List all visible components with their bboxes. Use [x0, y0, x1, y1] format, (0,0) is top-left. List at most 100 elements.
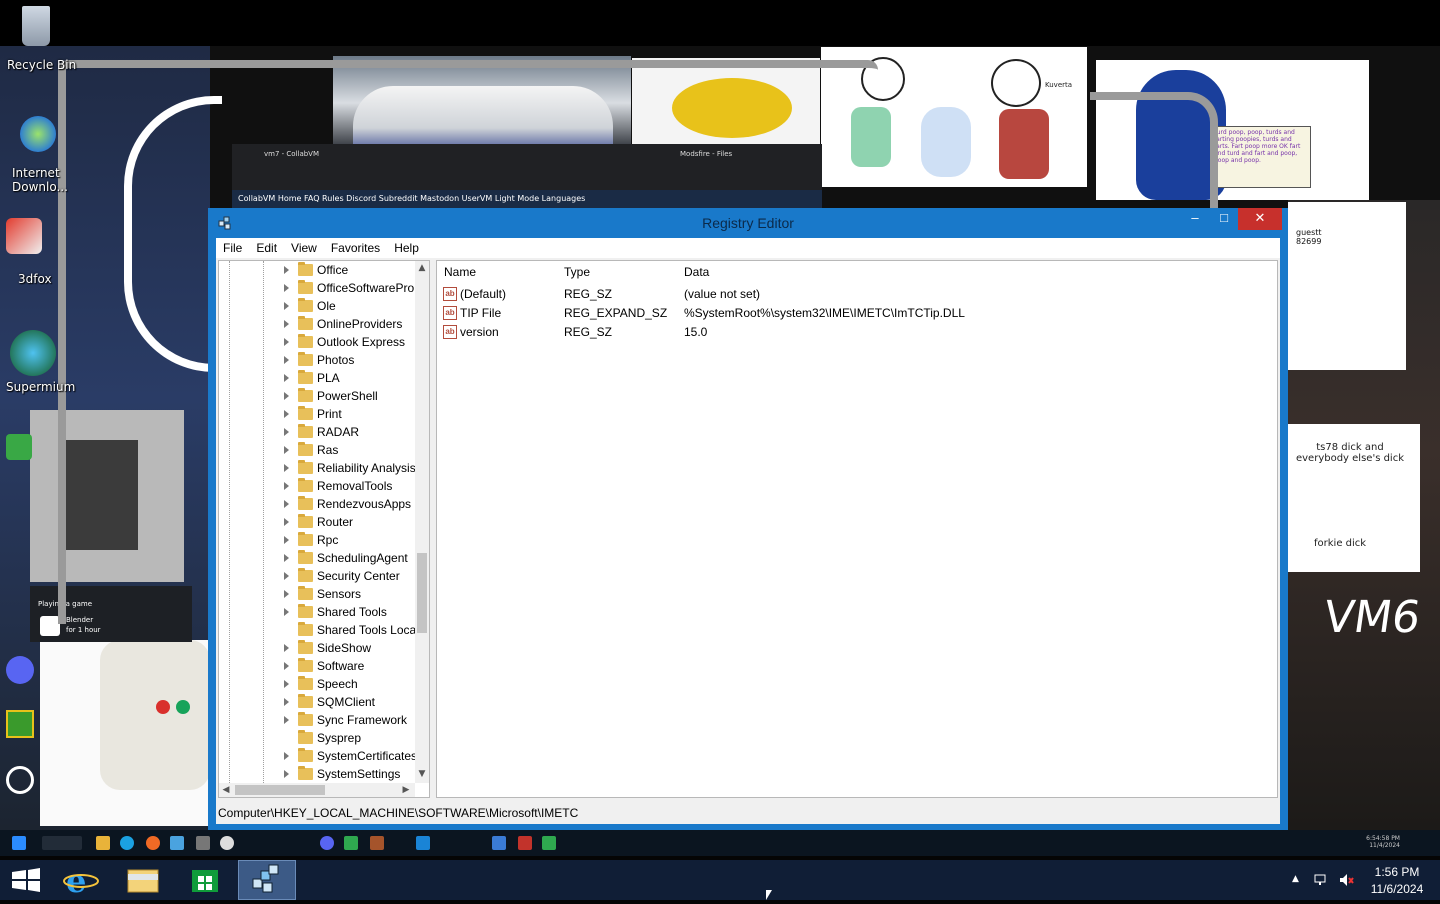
tree-item[interactable]: Photos [219, 351, 413, 369]
expand-arrow-icon[interactable] [284, 752, 289, 760]
ubisoft-desktop-icon[interactable] [6, 766, 34, 794]
expand-arrow-icon[interactable] [284, 266, 289, 274]
menu-file[interactable]: File [216, 238, 249, 258]
inner-firefox-icon[interactable] [146, 836, 160, 850]
value-row[interactable]: ab TIP File REG_EXPAND_SZ %SystemRoot%\s… [437, 304, 1277, 323]
tree-scroll-thumb[interactable] [417, 553, 427, 633]
menu-view[interactable]: View [284, 238, 324, 258]
scroll-up-arrow[interactable]: ▲ [415, 261, 429, 275]
taskbar-clock[interactable]: 1:56 PM 11/6/2024 [1362, 864, 1432, 898]
tree-item[interactable]: Sensors [219, 585, 413, 603]
tree-item[interactable]: SQMClient [219, 693, 413, 711]
menu-edit[interactable]: Edit [249, 238, 284, 258]
bluestacks-desktop-icon[interactable] [6, 434, 32, 460]
tree-item[interactable]: Ole [219, 297, 413, 315]
inner-explorer-icon[interactable] [96, 836, 110, 850]
tree-item[interactable]: Security Center [219, 567, 413, 585]
expand-arrow-icon[interactable] [284, 392, 289, 400]
tree-item[interactable]: SystemSettings [219, 765, 413, 783]
inner-app-icon-1[interactable] [170, 836, 184, 850]
store-icon[interactable] [176, 860, 234, 900]
maximize-button[interactable]: □ [1212, 208, 1236, 230]
tree-item[interactable]: Print [219, 405, 413, 423]
internet-explorer-icon[interactable]: e [52, 860, 110, 900]
chrome-desktop-icon[interactable] [6, 218, 42, 254]
tree-item[interactable]: OnlineProviders [219, 315, 413, 333]
tree-horizontal-scrollbar[interactable]: ◀ ▶ [219, 783, 415, 797]
tree-item[interactable]: Outlook Express [219, 333, 413, 351]
registry-editor-taskbar-icon[interactable] [238, 860, 296, 900]
geometry-dash-desktop-icon[interactable] [6, 710, 34, 738]
tree-item[interactable]: Router [219, 513, 413, 531]
inner-app-icon-2[interactable] [196, 836, 210, 850]
tree-item[interactable]: RemovalTools [219, 477, 413, 495]
value-row[interactable]: ab (Default) REG_SZ (value not set) [437, 285, 1277, 304]
inner-start-icon[interactable] [12, 836, 26, 850]
network-icon[interactable] [1314, 872, 1330, 888]
show-hidden-icons-icon[interactable]: ▲ [1292, 874, 1299, 884]
tree-item[interactable]: SchedulingAgent [219, 549, 413, 567]
inner-app-icon-6[interactable] [370, 836, 384, 850]
expand-arrow-icon[interactable] [284, 698, 289, 706]
expand-arrow-icon[interactable] [284, 302, 289, 310]
tree-item[interactable]: Rpc [219, 531, 413, 549]
scroll-left-arrow[interactable]: ◀ [219, 783, 233, 797]
file-explorer-icon[interactable] [114, 860, 172, 900]
title-bar[interactable]: Registry Editor – □ ✕ [208, 208, 1288, 238]
expand-arrow-icon[interactable] [284, 338, 289, 346]
tree-item[interactable]: Ras [219, 441, 413, 459]
values-list-pane[interactable]: Name Type Data ab (Default) REG_SZ (valu… [436, 260, 1278, 798]
start-button[interactable] [0, 860, 58, 900]
column-header-type[interactable]: Type [564, 265, 590, 279]
expand-arrow-icon[interactable] [284, 644, 289, 652]
scroll-down-arrow[interactable]: ▼ [415, 767, 429, 781]
tree-item[interactable]: Office [219, 261, 413, 279]
inner-app-icon-8[interactable] [492, 836, 506, 850]
expand-arrow-icon[interactable] [284, 374, 289, 382]
expand-arrow-icon[interactable] [284, 446, 289, 454]
discord-desktop-icon[interactable] [6, 656, 34, 684]
expand-arrow-icon[interactable] [284, 464, 289, 472]
tree-vertical-scrollbar[interactable]: ▲ ▼ [415, 261, 429, 783]
inner-app-icon-3[interactable] [220, 836, 234, 850]
expand-arrow-icon[interactable] [284, 518, 289, 526]
tree-item[interactable]: SystemCertificates [219, 747, 417, 765]
close-button[interactable]: ✕ [1238, 208, 1282, 230]
inner-app-icon-9[interactable] [518, 836, 532, 850]
tree-item[interactable]: PowerShell [219, 387, 413, 405]
expand-arrow-icon[interactable] [284, 500, 289, 508]
expand-arrow-icon[interactable] [284, 608, 289, 616]
scroll-right-arrow[interactable]: ▶ [399, 783, 413, 797]
value-row[interactable]: ab version REG_SZ 15.0 [437, 323, 1277, 342]
expand-arrow-icon[interactable] [284, 716, 289, 724]
recycle-bin-icon[interactable] [10, 6, 62, 48]
expand-arrow-icon[interactable] [284, 410, 289, 418]
expand-arrow-icon[interactable] [284, 428, 289, 436]
tree-hscroll-thumb[interactable] [235, 785, 325, 795]
expand-arrow-icon[interactable] [284, 284, 289, 292]
inner-app-icon-7[interactable] [416, 836, 430, 850]
inner-edge-icon[interactable] [120, 836, 134, 850]
inner-app-icon-5[interactable] [344, 836, 358, 850]
column-header-name[interactable]: Name [444, 265, 476, 279]
tree-item[interactable]: OfficeSoftwarePro [219, 279, 414, 297]
expand-arrow-icon[interactable] [284, 572, 289, 580]
tree-item[interactable]: Shared Tools [219, 603, 413, 621]
key-tree-pane[interactable]: Office OfficeSoftwarePro Ole OnlineProvider… [218, 260, 430, 798]
expand-arrow-icon[interactable] [284, 320, 289, 328]
tree-item[interactable]: PLA [219, 369, 413, 387]
menu-favorites[interactable]: Favorites [324, 238, 387, 258]
expand-arrow-icon[interactable] [284, 680, 289, 688]
tree-item[interactable]: SideShow [219, 639, 413, 657]
column-header-data[interactable]: Data [684, 265, 709, 279]
tree-item[interactable]: Speech [219, 675, 413, 693]
tree-item[interactable]: RADAR [219, 423, 413, 441]
minimize-button[interactable]: – [1178, 208, 1212, 230]
key-tree[interactable]: Office OfficeSoftwarePro Ole OnlineProvider… [219, 261, 417, 783]
inner-app-icon-10[interactable] [542, 836, 556, 850]
tree-item[interactable]: Software [219, 657, 413, 675]
expand-arrow-icon[interactable] [284, 554, 289, 562]
expand-arrow-icon[interactable] [284, 482, 289, 490]
supermium-desktop-icon[interactable] [10, 330, 56, 376]
inner-search-icon[interactable] [42, 836, 82, 850]
